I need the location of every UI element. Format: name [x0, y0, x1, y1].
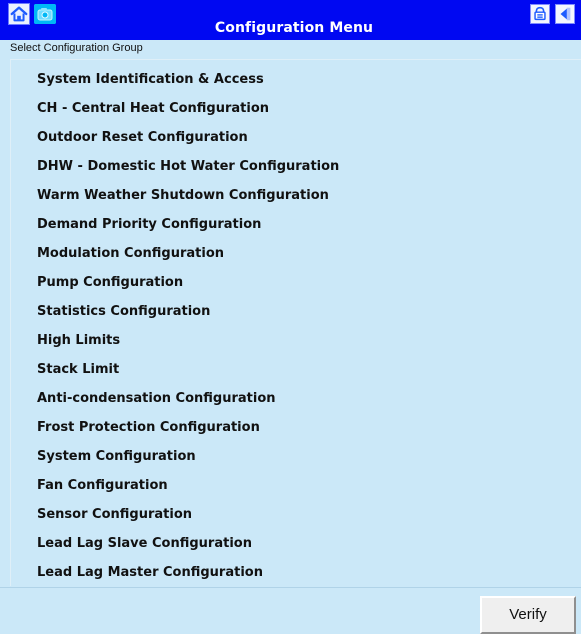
home-button[interactable]: [8, 3, 30, 25]
menu-item-pump-configuration[interactable]: Pump Configuration: [37, 272, 557, 294]
menu-item-sensor-configuration[interactable]: Sensor Configuration: [37, 504, 557, 526]
verify-button[interactable]: Verify: [480, 596, 576, 634]
menu-item-anti-condensation-configuration[interactable]: Anti-condensation Configuration: [37, 388, 557, 410]
page-title: Configuration Menu: [214, 20, 374, 36]
group-label: Select Configuration Group: [10, 42, 143, 54]
menu-item-fan-configuration[interactable]: Fan Configuration: [37, 475, 557, 497]
menu-item-outdoor-reset-configuration[interactable]: Outdoor Reset Configuration: [37, 127, 557, 149]
lock-icon: [534, 6, 546, 21]
exit-button[interactable]: [555, 4, 575, 24]
menu-item-demand-priority-configuration[interactable]: Demand Priority Configuration: [37, 214, 557, 236]
home-icon: [10, 6, 28, 22]
menu-item-high-limits[interactable]: High Limits: [37, 330, 557, 352]
menu-item-lead-lag-master-configuration[interactable]: Lead Lag Master Configuration: [37, 562, 557, 584]
configuration-screen: Configuration Menu Select Configuration …: [0, 0, 581, 634]
camera-like-icon: [34, 4, 56, 24]
logo: [34, 4, 56, 24]
menu-item-system-configuration[interactable]: System Configuration: [37, 446, 557, 468]
configuration-menu-list: System Identification & Access CH - Cent…: [10, 59, 581, 586]
exit-arrow-icon: [560, 7, 571, 21]
menu-item-central-heat-configuration[interactable]: CH - Central Heat Configuration: [37, 98, 557, 120]
menu-item-statistics-configuration[interactable]: Statistics Configuration: [37, 301, 557, 323]
menu-item-frost-protection-configuration[interactable]: Frost Protection Configuration: [37, 417, 557, 439]
menu-item-stack-limit[interactable]: Stack Limit: [37, 359, 557, 381]
menu-item-domestic-hot-water-configuration[interactable]: DHW - Domestic Hot Water Configuration: [37, 156, 557, 178]
menu-item-modulation-configuration[interactable]: Modulation Configuration: [37, 243, 557, 265]
menu-item-system-identification-access[interactable]: System Identification & Access: [37, 69, 557, 91]
menu-item-lead-lag-slave-configuration[interactable]: Lead Lag Slave Configuration: [37, 533, 557, 555]
lock-button[interactable]: [530, 4, 550, 24]
title-bar: Configuration Menu: [0, 0, 581, 40]
menu-item-warm-weather-shutdown-configuration[interactable]: Warm Weather Shutdown Configuration: [37, 185, 557, 207]
bottom-divider: [0, 587, 581, 588]
